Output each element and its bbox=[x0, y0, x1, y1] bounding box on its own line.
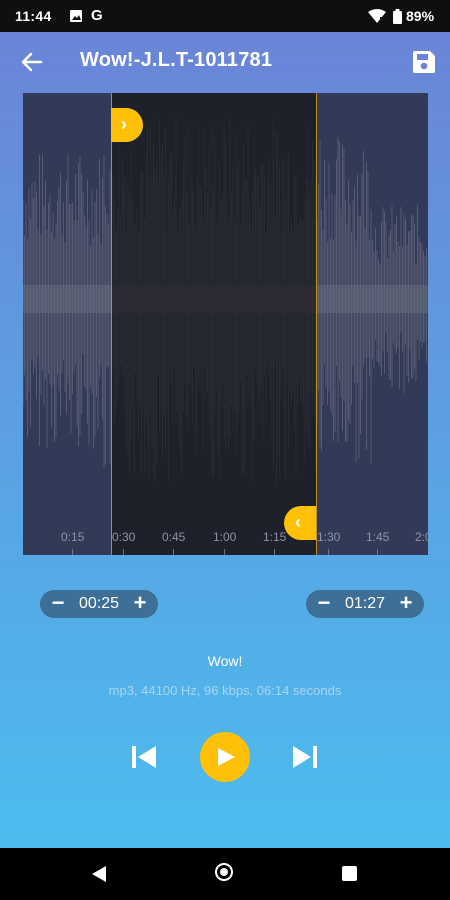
chevron-left-icon: ‹ bbox=[295, 512, 301, 532]
start-decrement-button[interactable]: − bbox=[45, 590, 71, 618]
skip-previous-icon[interactable] bbox=[131, 745, 157, 769]
timeline-tick bbox=[328, 549, 329, 555]
timeline-label: 2:00 bbox=[415, 530, 428, 544]
timeline-label: 1:30 bbox=[317, 530, 341, 544]
save-icon[interactable] bbox=[412, 50, 436, 74]
skip-next-icon[interactable] bbox=[292, 745, 318, 769]
wifi-icon bbox=[368, 9, 386, 23]
arrow-back-icon[interactable] bbox=[19, 49, 45, 75]
end-handle[interactable]: ‹ bbox=[284, 506, 316, 540]
selection-region[interactable] bbox=[111, 93, 316, 555]
image-notification-icon bbox=[70, 10, 82, 22]
track-title: Wow! bbox=[207, 653, 243, 669]
timeline-tick bbox=[377, 549, 378, 555]
app-bar: Wow!-J.L.T-1011781 bbox=[0, 32, 450, 92]
start-time-value[interactable]: 00:25 bbox=[70, 595, 128, 613]
end-increment-button[interactable]: + bbox=[393, 590, 419, 618]
battery-icon bbox=[393, 9, 402, 24]
screen: 11:44 G 89% Wow!-J.L.T-1011781 0:15 0:30… bbox=[0, 0, 450, 900]
start-increment-button[interactable]: + bbox=[127, 590, 153, 618]
chevron-right-icon: › bbox=[121, 114, 127, 134]
end-time-stepper: − 01:27 + bbox=[306, 590, 424, 618]
track-details: mp3, 44100 Hz, 96 kbps, 06:14 seconds bbox=[108, 683, 342, 698]
status-bar: 11:44 G 89% bbox=[0, 0, 450, 32]
play-button[interactable] bbox=[200, 732, 250, 782]
timeline-tick bbox=[274, 549, 275, 555]
nav-home-icon[interactable] bbox=[215, 863, 233, 881]
nav-back-icon[interactable] bbox=[90, 865, 108, 883]
end-decrement-button[interactable]: − bbox=[311, 590, 337, 618]
google-notification-icon: G bbox=[91, 7, 103, 24]
nav-recent-icon[interactable] bbox=[342, 866, 357, 881]
battery-percent: 89% bbox=[406, 8, 435, 24]
timeline-tick bbox=[123, 549, 124, 555]
timeline-label: 0:30 bbox=[112, 530, 136, 544]
end-time-value[interactable]: 01:27 bbox=[336, 595, 394, 613]
timeline-label: 0:15 bbox=[61, 530, 85, 544]
waveform-editor[interactable]: 0:15 0:30 0:45 1:00 1:15 1:30 1:45 2:00 … bbox=[23, 93, 428, 555]
timeline-label: 0:45 bbox=[162, 530, 186, 544]
status-time: 11:44 bbox=[15, 8, 52, 24]
system-nav-bar bbox=[0, 848, 450, 900]
timeline-label: 1:00 bbox=[213, 530, 237, 544]
timeline-tick bbox=[72, 549, 73, 555]
start-time-stepper: − 00:25 + bbox=[40, 590, 158, 618]
timeline-tick bbox=[173, 549, 174, 555]
play-icon bbox=[218, 748, 235, 766]
end-marker-line bbox=[316, 93, 317, 555]
timeline-tick bbox=[224, 549, 225, 555]
timeline-label: 1:45 bbox=[366, 530, 390, 544]
start-marker-line bbox=[111, 93, 112, 555]
timeline-label: 1:15 bbox=[263, 530, 287, 544]
page-title: Wow!-J.L.T-1011781 bbox=[80, 49, 273, 71]
